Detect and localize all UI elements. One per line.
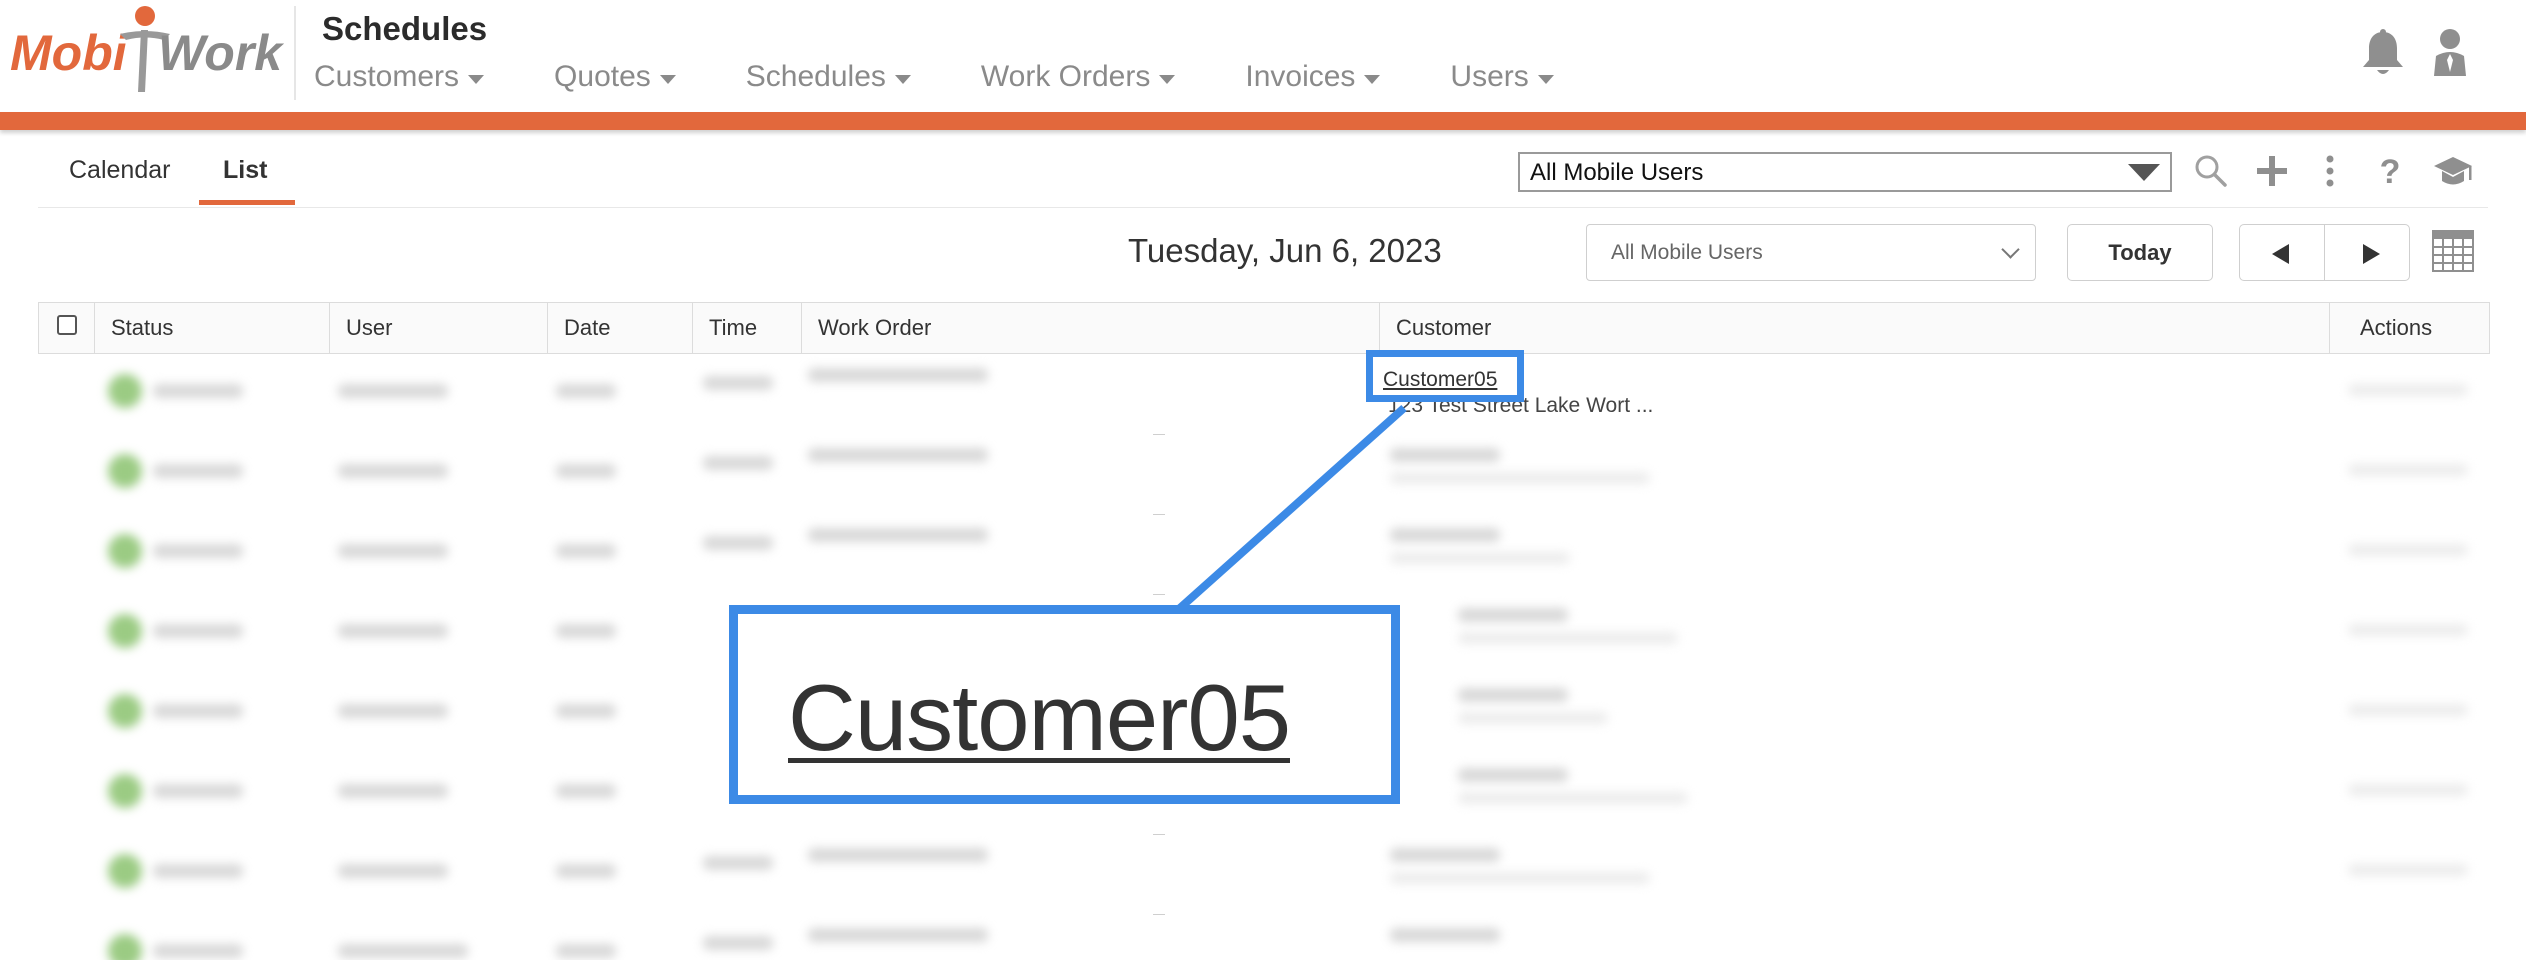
column-header-status[interactable]: Status xyxy=(94,303,329,353)
nav-quotes[interactable]: Quotes xyxy=(554,60,676,94)
tab-calendar[interactable]: Calendar xyxy=(69,156,170,185)
callout-zoom-text: Customer05 xyxy=(788,665,1291,770)
nav-label: Customers xyxy=(314,60,460,93)
select-value: All Mobile Users xyxy=(1611,241,1763,264)
caret-down-icon xyxy=(1537,74,1554,84)
page-title: Schedules xyxy=(322,10,488,47)
select-all-checkbox[interactable] xyxy=(57,315,77,335)
column-header-work-order[interactable]: Work Order xyxy=(801,303,1379,353)
tab-list[interactable]: List xyxy=(223,156,267,185)
table-header: Status User Date Time Work Order Custome… xyxy=(38,302,2490,354)
plus-icon[interactable] xyxy=(2256,154,2288,188)
select-all-cell xyxy=(39,303,94,353)
caret-down-icon xyxy=(468,74,485,84)
mobile-users-filter[interactable]: All Mobile Users xyxy=(1586,224,2036,281)
column-header-time[interactable]: Time xyxy=(692,303,801,353)
column-header-user[interactable]: User xyxy=(329,303,547,353)
graduation-cap-icon[interactable] xyxy=(2432,154,2474,190)
nav-label: Work Orders xyxy=(980,60,1151,93)
nav-customers[interactable]: Customers xyxy=(314,60,485,94)
column-header-customer[interactable]: Customer xyxy=(1379,303,2329,353)
svg-text:?: ? xyxy=(2380,154,2401,190)
nav-invoices[interactable]: Invoices xyxy=(1245,60,1381,94)
user-profile-icon[interactable] xyxy=(2430,28,2470,78)
caret-down-icon xyxy=(1364,74,1381,84)
svg-text:Work: Work xyxy=(158,25,284,81)
nav-label: Quotes xyxy=(554,60,651,93)
calendar-grid-icon[interactable] xyxy=(2432,230,2474,272)
chevron-down-icon xyxy=(2001,240,2020,259)
callout-zoom-box: Customer05 xyxy=(729,605,1400,804)
nav-label: Users xyxy=(1450,60,1529,93)
nav-label: Invoices xyxy=(1245,60,1356,93)
mobile-users-select[interactable]: All Mobile Users xyxy=(1518,152,2172,192)
arrow-left-icon xyxy=(2272,244,2289,264)
column-header-date[interactable]: Date xyxy=(547,303,692,353)
select-value: All Mobile Users xyxy=(1530,159,1704,186)
nav-work-orders[interactable]: Work Orders xyxy=(980,60,1176,94)
logo-divider xyxy=(294,6,296,100)
table-row[interactable] xyxy=(38,914,2490,960)
current-date: Tuesday, Jun 6, 2023 xyxy=(1128,232,1442,269)
table-row[interactable] xyxy=(38,834,2490,914)
arrow-right-icon xyxy=(2363,244,2380,264)
svg-text:Mobi: Mobi xyxy=(10,25,128,81)
caret-down-icon xyxy=(894,74,911,84)
customer-address: 123 Test Street Lake Wort ... xyxy=(1388,394,1654,417)
bell-icon[interactable] xyxy=(2360,28,2406,78)
previous-day-button[interactable] xyxy=(2239,224,2325,281)
mobiwork-logo[interactable]: Mobi Work xyxy=(8,0,286,100)
main-nav: Customers Quotes Schedules Work Orders I… xyxy=(314,60,1624,94)
today-button[interactable]: Today xyxy=(2067,224,2213,281)
help-icon[interactable]: ? xyxy=(2378,154,2402,190)
triangle-down-icon xyxy=(2128,164,2160,181)
next-day-button[interactable] xyxy=(2324,224,2410,281)
caret-down-icon xyxy=(659,74,676,84)
table-row[interactable] xyxy=(38,514,2490,594)
column-header-actions: Actions xyxy=(2329,303,2489,353)
header-accent-bar xyxy=(0,112,2526,130)
more-vertical-icon[interactable] xyxy=(2324,154,2336,188)
nav-users[interactable]: Users xyxy=(1450,60,1554,94)
nav-schedules[interactable]: Schedules xyxy=(746,60,911,94)
table-row[interactable] xyxy=(38,434,2490,514)
search-icon[interactable] xyxy=(2194,154,2228,188)
active-tab-indicator xyxy=(199,200,295,205)
table-row[interactable] xyxy=(38,354,2490,434)
app-header: Mobi Work Schedules Customers Quotes Sch… xyxy=(0,0,2526,112)
customer-link[interactable]: Customer05 xyxy=(1383,368,1497,392)
nav-label: Schedules xyxy=(745,60,886,93)
caret-down-icon xyxy=(1159,74,1176,84)
